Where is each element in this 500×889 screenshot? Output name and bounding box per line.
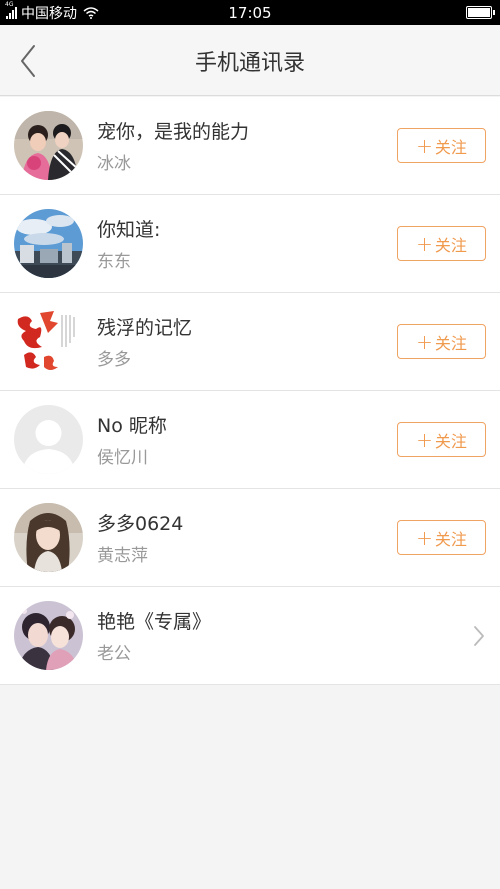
plus-icon: + <box>416 329 433 354</box>
chevron-right-icon[interactable] <box>472 624 486 648</box>
contact-name: 艳艳《专属》 <box>97 611 212 633</box>
status-bar: 4G 中国移动 17:05 <box>0 0 500 25</box>
contact-row[interactable]: 多多0624 黄志萍 + 关注 <box>0 489 500 587</box>
contact-row[interactable]: 你知道: 东东 + 关注 <box>0 195 500 293</box>
avatar[interactable] <box>14 111 83 180</box>
follow-label: 关注 <box>434 235 467 255</box>
avatar[interactable] <box>14 307 83 376</box>
plus-icon: + <box>416 231 433 256</box>
avatar[interactable] <box>14 503 83 572</box>
follow-label: 关注 <box>434 333 467 353</box>
contact-row[interactable]: No 昵称 侯忆川 + 关注 <box>0 391 500 489</box>
contact-subtitle: 东东 <box>97 252 131 272</box>
contact-subtitle: 黄志萍 <box>97 546 148 566</box>
contact-subtitle: 老公 <box>97 644 131 664</box>
contact-subtitle: 多多 <box>97 350 131 370</box>
contact-row[interactable]: 残浮的记忆 多多 + 关注 <box>0 293 500 391</box>
follow-button[interactable]: + 关注 <box>397 422 486 457</box>
follow-label: 关注 <box>434 137 467 157</box>
contact-row[interactable]: 宠你，是我的能力 冰冰 + 关注 <box>0 97 500 195</box>
contact-name: 残浮的记忆 <box>97 317 193 339</box>
plus-icon: + <box>416 427 433 452</box>
follow-button[interactable]: + 关注 <box>397 226 486 261</box>
contact-name: 你知道: <box>97 219 161 241</box>
battery-icon <box>466 6 495 19</box>
plus-icon: + <box>416 133 433 158</box>
avatar[interactable] <box>14 405 83 474</box>
plus-icon: + <box>416 525 433 550</box>
avatar[interactable] <box>14 209 83 278</box>
contact-name: 多多0624 <box>97 513 184 535</box>
avatar[interactable] <box>14 601 83 670</box>
contact-subtitle: 冰冰 <box>97 154 131 174</box>
page-title: 手机通讯录 <box>194 51 305 76</box>
clock: 17:05 <box>228 4 272 22</box>
contact-name: No 昵称 <box>97 415 167 437</box>
follow-label: 关注 <box>434 529 467 549</box>
follow-button[interactable]: + 关注 <box>397 128 486 163</box>
follow-button[interactable]: + 关注 <box>397 324 486 359</box>
contact-subtitle: 侯忆川 <box>97 448 148 468</box>
follow-label: 关注 <box>434 431 467 451</box>
nav-bar: 手机通讯录 <box>0 25 500 96</box>
contact-list: 宠你，是我的能力 冰冰 + 关注 你知道: 东东 + 关注 残浮的记忆 多多 +… <box>0 97 500 685</box>
contact-name: 宠你，是我的能力 <box>97 121 250 143</box>
follow-button[interactable]: + 关注 <box>397 520 486 555</box>
contact-row[interactable]: 艳艳《专属》 老公 <box>0 587 500 685</box>
